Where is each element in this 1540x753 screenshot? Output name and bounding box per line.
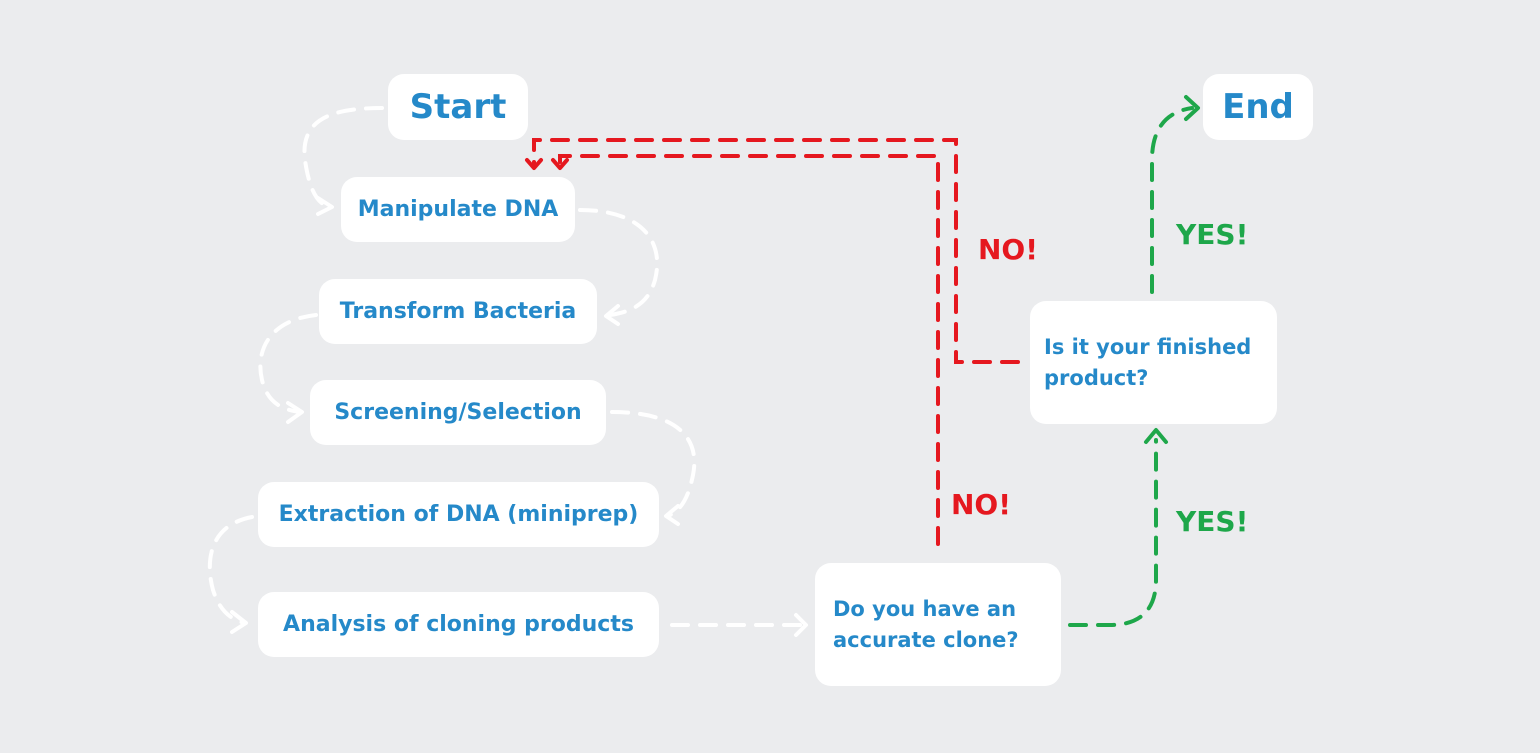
yes-label-top: YES! [1176,218,1249,251]
flow-extraction-to-analysis [207,515,254,625]
yes-path-clone-to-finished [1068,438,1158,627]
question-label: Do you have an accurate clone? [833,596,1019,652]
no-path-from-question-finished [532,138,1020,364]
question-finished-product: Is it your finished product? [1030,301,1277,424]
step-manipulate-dna: Manipulate DNA [341,177,575,242]
question-label: Is it your finished product? [1044,334,1252,390]
step-label: Analysis of cloning products [283,612,634,637]
end-label: End [1222,87,1294,127]
step-label: Transform Bacteria [339,299,577,324]
step-extraction-of-dna: Extraction of DNA (miniprep) [258,482,659,547]
step-screening-selection: Screening/Selection [310,380,606,445]
start-node: Start [388,74,528,140]
yes-path-finished-to-end [1150,106,1194,294]
start-label: Start [409,87,507,127]
flow-transform-to-screening [258,313,318,414]
step-label: Extraction of DNA (miniprep) [278,502,639,527]
step-label: Screening/Selection [334,400,582,425]
no-label-bottom: NO! [951,488,1012,521]
no-label-top: NO! [978,233,1039,266]
arrowhead-analysis [230,610,248,634]
step-label: Manipulate DNA [357,197,559,222]
step-analysis-of-cloning-products: Analysis of cloning products [258,592,659,657]
end-node: End [1203,74,1313,140]
arrowhead-manipulate [316,196,334,216]
step-transform-bacteria: Transform Bacteria [319,279,597,344]
question-accurate-clone: Do you have an accurate clone? [815,563,1061,686]
yes-label-bottom: YES! [1176,505,1249,538]
